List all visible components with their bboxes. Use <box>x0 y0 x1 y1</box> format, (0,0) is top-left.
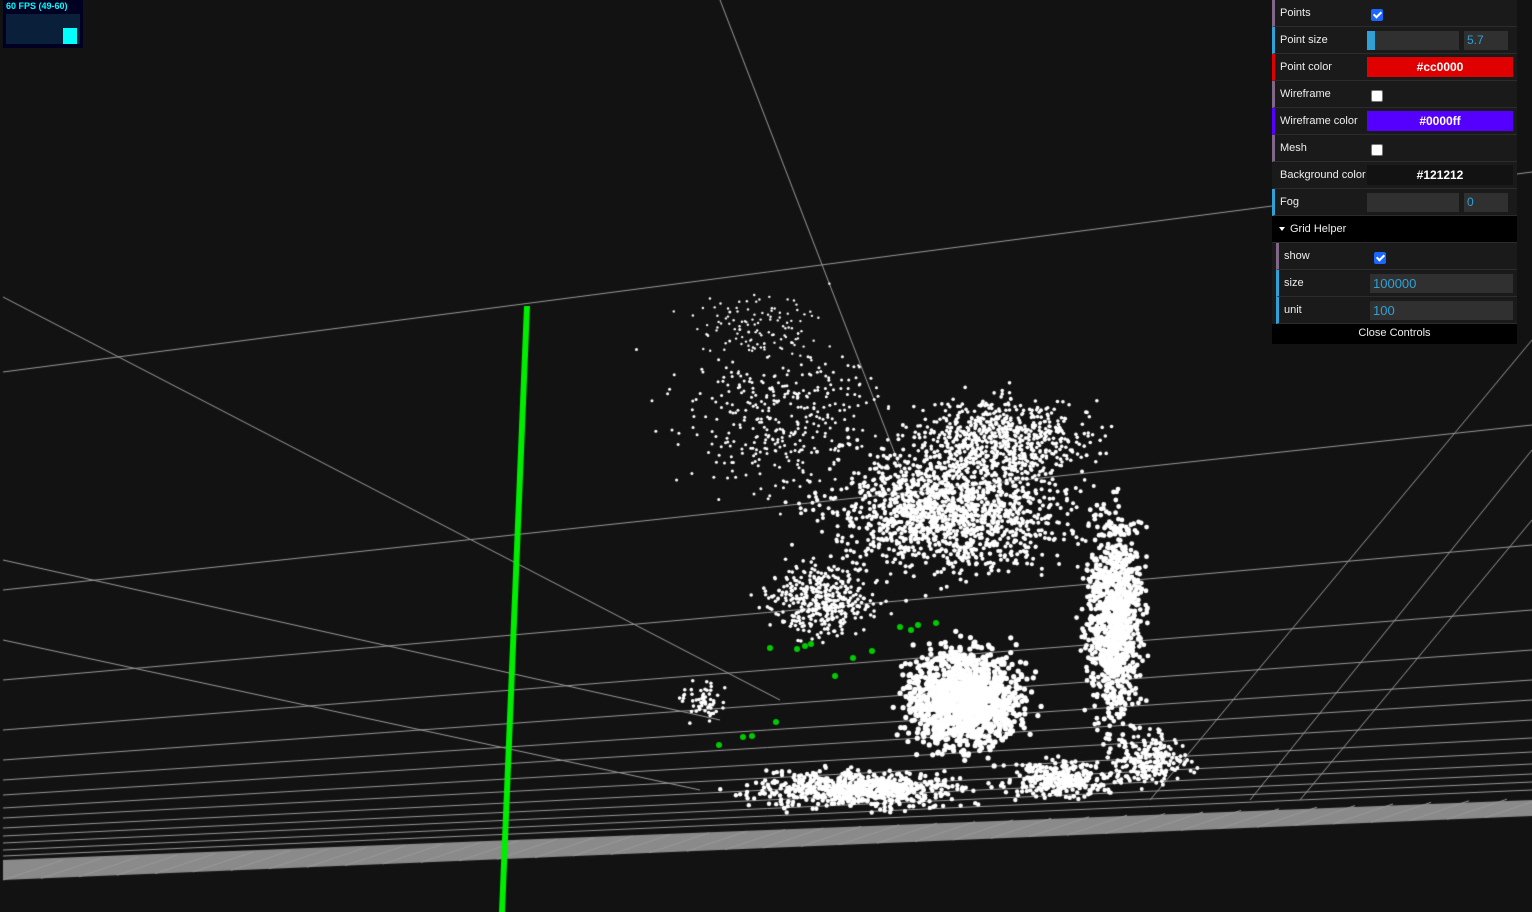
background-color-picker[interactable]: #121212 <box>1367 165 1513 185</box>
wireframe-color-picker[interactable]: #0000ff <box>1367 111 1513 131</box>
grid-size-label: size <box>1284 277 1304 289</box>
grid-size-input[interactable]: 100000 <box>1370 273 1513 293</box>
fog-row: Fog 0 <box>1272 189 1517 216</box>
wireframe-row: Wireframe <box>1272 81 1517 108</box>
wireframe-checkbox[interactable] <box>1371 90 1383 102</box>
points-label: Points <box>1280 7 1311 19</box>
controls-panel: Points Point size 5.7 Point color #cc000… <box>1272 0 1517 344</box>
fps-readout: 60 FPS (49-60) <box>6 1 68 11</box>
fog-input[interactable]: 0 <box>1464 192 1508 212</box>
wireframe-color-label: Wireframe color <box>1280 115 1358 127</box>
grid-helper-title: Grid Helper <box>1290 223 1347 235</box>
wireframe-color-row: Wireframe color #0000ff <box>1272 108 1517 135</box>
grid-unit-row: unit 100 <box>1276 297 1517 324</box>
grid-show-label: show <box>1284 250 1310 262</box>
points-checkbox[interactable] <box>1371 9 1383 21</box>
point-size-label: Point size <box>1280 34 1328 46</box>
close-controls-button[interactable]: Close Controls <box>1272 324 1517 344</box>
point-color-picker[interactable]: #cc0000 <box>1367 57 1513 77</box>
caret-down-icon <box>1279 227 1285 231</box>
grid-size-row: size 100000 <box>1276 270 1517 297</box>
background-color-label: Background color <box>1280 169 1366 181</box>
fps-stats-panel[interactable]: 60 FPS (49-60) <box>3 0 83 48</box>
grid-show-row: show <box>1276 243 1517 270</box>
grid-helper-folder-toggle[interactable]: Grid Helper <box>1272 216 1517 243</box>
point-size-slider-fill <box>1367 30 1376 50</box>
grid-unit-input[interactable]: 100 <box>1370 300 1513 320</box>
mesh-checkbox[interactable] <box>1371 144 1383 156</box>
background-color-row: Background color #121212 <box>1272 162 1517 189</box>
point-size-slider[interactable] <box>1367 30 1459 50</box>
wireframe-label: Wireframe <box>1280 88 1331 100</box>
point-size-input[interactable]: 5.7 <box>1464 30 1508 50</box>
fps-graph-bar <box>63 28 77 44</box>
mesh-row: Mesh <box>1272 135 1517 162</box>
point-color-label: Point color <box>1280 61 1332 73</box>
mesh-label: Mesh <box>1280 142 1307 154</box>
fps-graph <box>6 14 80 44</box>
point-color-row: Point color #cc0000 <box>1272 54 1517 81</box>
point-size-row: Point size 5.7 <box>1272 27 1517 54</box>
grid-show-checkbox[interactable] <box>1374 252 1386 264</box>
points-row: Points <box>1272 0 1517 27</box>
grid-unit-label: unit <box>1284 304 1302 316</box>
fog-label: Fog <box>1280 196 1299 208</box>
fog-slider[interactable] <box>1367 192 1459 212</box>
